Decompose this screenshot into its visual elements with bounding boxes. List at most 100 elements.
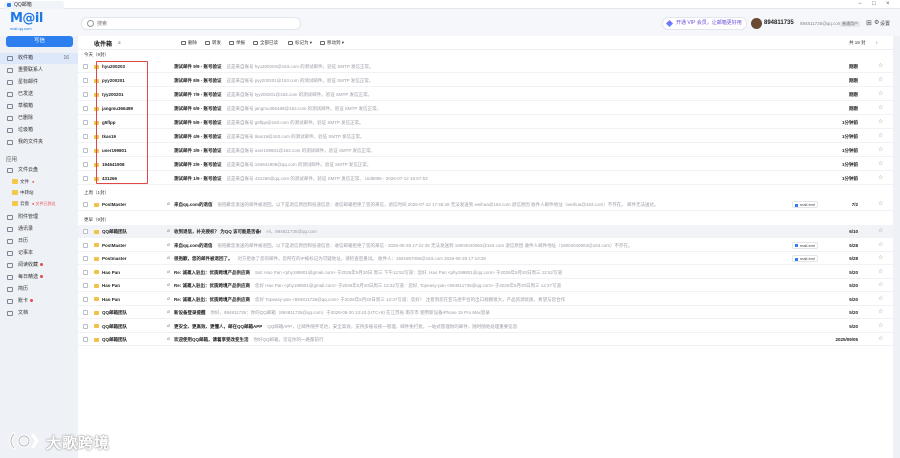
mail-row[interactable]: hyu200203 测试邮件 9/9 - 账号验证 这是来自账号 hyu200203… bbox=[78, 60, 893, 73]
qq-mail-logo[interactable]: M@il mail.qq.com bbox=[10, 12, 52, 32]
mail-row[interactable]: QQ邮箱团队 ⌀ 新设备登录提醒 你好，894811735：你的QQ邮箱（894811… bbox=[78, 306, 893, 319]
mail-row[interactable]: PostMaster ⌀ 来自qq.com的退信 很抱歉您发送的邮件被退回。以下是退信… bbox=[78, 239, 893, 252]
row-checkbox[interactable] bbox=[83, 64, 88, 69]
row-checkbox[interactable] bbox=[83, 283, 88, 288]
mail-row[interactable]: Hao Pan ⌀ Re: 诚邀入驻出：优质跨境产品供应商 Sat: Hao Pan … bbox=[78, 266, 893, 279]
search-input[interactable] bbox=[97, 19, 287, 28]
sidebar-item-important-contacts[interactable]: 重要联系人 bbox=[0, 65, 78, 76]
row-checkbox[interactable] bbox=[83, 229, 88, 234]
star-icon[interactable]: ☆ bbox=[878, 158, 883, 171]
mail-row[interactable]: jangmu366489 测试邮件 6/9 - 账号验证 这是来自账号 jangmu… bbox=[78, 102, 893, 115]
star-icon[interactable]: ☆ bbox=[878, 60, 883, 73]
gear-icon[interactable]: ⚙ bbox=[874, 19, 879, 28]
sidebar-item-notes[interactable]: 记事本 bbox=[0, 248, 78, 259]
close-icon[interactable]: × bbox=[886, 0, 890, 9]
star-icon[interactable]: ☆ bbox=[878, 333, 883, 346]
mail-row[interactable]: Hao Pan ⌀ Re: 诚邀入驻出：优质跨境产品供应商 您好 Topeasy-pa… bbox=[78, 293, 893, 306]
delete-button[interactable]: 删除 bbox=[181, 40, 197, 46]
row-checkbox[interactable] bbox=[83, 310, 88, 315]
star-icon[interactable]: ☆ bbox=[878, 225, 883, 238]
search-box[interactable] bbox=[81, 17, 301, 30]
avatar[interactable] bbox=[751, 18, 762, 29]
maximize-icon[interactable]: □ bbox=[872, 0, 876, 9]
folder-transfer[interactable]: 中转站 bbox=[0, 188, 78, 197]
row-checkbox[interactable] bbox=[83, 162, 88, 167]
row-checkbox[interactable] bbox=[83, 256, 88, 261]
sidebar-item-attachments[interactable]: 附件管理 bbox=[0, 212, 78, 223]
mail-row[interactable]: QQ邮箱团队 ⌀ 欢迎使用QQ邮箱，请着享受改变生活 你好QQ邮箱，见证你的一路都前行… bbox=[78, 333, 893, 346]
row-checkbox[interactable] bbox=[83, 120, 88, 125]
row-checkbox[interactable] bbox=[83, 148, 88, 153]
mail-row[interactable]: user199801 测试邮件 3/9 - 账号验证 这是来自账号 user1998… bbox=[78, 144, 893, 157]
star-icon[interactable]: ☆ bbox=[878, 102, 883, 115]
star-icon[interactable]: ☆ bbox=[878, 320, 883, 333]
sidebar-item-contacts[interactable]: 通讯录 bbox=[0, 224, 78, 235]
page-next-icon[interactable]: › bbox=[876, 40, 878, 46]
star-icon[interactable]: ☆ bbox=[878, 130, 883, 143]
star-icon[interactable]: ☆ bbox=[878, 88, 883, 101]
sidebar-item-sent[interactable]: 已发送 bbox=[0, 89, 78, 100]
mail-row[interactable]: Postmaster ⌀ 很抱歉，您的邮件被退回了。 对方拒收了您的邮件。您所在的IP… bbox=[78, 252, 893, 265]
row-checkbox[interactable] bbox=[83, 296, 88, 302]
sidebar-item-my-folders[interactable]: 我的文件夹 bbox=[0, 137, 78, 148]
compose-button[interactable]: 写信 bbox=[6, 36, 73, 47]
minimize-icon[interactable]: − bbox=[858, 0, 862, 9]
folder-files[interactable]: 文件 ● bbox=[0, 177, 78, 186]
star-icon[interactable]: ☆ bbox=[878, 198, 883, 211]
star-icon[interactable]: ☆ bbox=[878, 116, 883, 129]
folder-cloud[interactable]: 云盘 ● 文件已到达 bbox=[0, 199, 78, 208]
app-grid-icon[interactable]: ⊞ bbox=[866, 19, 872, 28]
row-checkbox[interactable] bbox=[83, 78, 88, 83]
sidebar-item-reading[interactable]: 阅读收藏 bbox=[0, 260, 78, 271]
sidebar-item-resume[interactable]: 简历 bbox=[0, 284, 78, 295]
mail-row[interactable]: tkas19 测试邮件 4/9 - 账号验证 这是来自账号 tkas19@163.c… bbox=[78, 130, 893, 143]
mail-row[interactable]: QQ邮箱团队 ⌀ 更安全、更高效、更懂人，邮在QQ邮箱APP QQ邮箱APP，让邮件随… bbox=[78, 320, 893, 333]
report-button[interactable]: 举报 bbox=[229, 40, 245, 46]
mail-row[interactable]: g5flpp 测试邮件 5/9 - 账号验证 这是来自账号 g5flpp@163.c… bbox=[78, 116, 893, 129]
row-checkbox[interactable] bbox=[83, 323, 88, 329]
attachment-chip[interactable]: mail.eml bbox=[792, 201, 818, 208]
star-icon[interactable]: ☆ bbox=[878, 144, 883, 157]
user-account[interactable]: 894811735 894811735@qq.com 普通用户 bbox=[751, 17, 863, 30]
star-icon[interactable]: ☆ bbox=[878, 306, 883, 319]
mark-as-dropdown[interactable]: 标记为 ▾ bbox=[288, 40, 312, 46]
star-icon[interactable]: ☆ bbox=[878, 279, 883, 292]
move-to-dropdown[interactable]: 移动到 ▾ bbox=[320, 40, 344, 46]
mail-row[interactable]: pyy200201 测试邮件 8/9 - 账号验证 这是来自账号 pyy200201… bbox=[78, 74, 893, 87]
row-checkbox[interactable] bbox=[83, 202, 88, 207]
star-icon[interactable]: ☆ bbox=[878, 239, 883, 252]
sidebar-item-calendar[interactable]: 日历 bbox=[0, 236, 78, 247]
sidebar-item-daily[interactable]: 每日精选 bbox=[0, 272, 78, 283]
star-icon[interactable]: ☆ bbox=[878, 252, 883, 265]
sidebar-item-drafts[interactable]: 草稿箱 bbox=[0, 101, 78, 112]
list-menu-icon[interactable]: ≡ bbox=[118, 40, 121, 46]
row-checkbox[interactable] bbox=[83, 269, 88, 275]
attachment-chip[interactable]: mail.eml bbox=[792, 255, 818, 262]
star-icon[interactable]: ☆ bbox=[878, 266, 883, 279]
row-checkbox[interactable] bbox=[83, 92, 88, 97]
mail-row[interactable]: Hao Pan ⌀ Re: 诚邀入驻出：优质跨境产品供应商 您好 Hao Pan <p… bbox=[78, 279, 893, 292]
settings-link[interactable]: 设置 bbox=[880, 20, 890, 27]
forward-button[interactable]: 转发 bbox=[205, 40, 221, 46]
mail-row[interactable]: QQ邮箱团队 ⌀ 收到退信，补充授权？ 为QQ 该可能是否备! Hi，89481173… bbox=[78, 225, 893, 238]
sidebar-item-docs[interactable]: 文档 bbox=[0, 308, 78, 319]
mail-row[interactable]: tyy200201 测试邮件 7/9 - 账号验证 这是来自账号 tyy200201… bbox=[78, 88, 893, 101]
star-icon[interactable]: ☆ bbox=[878, 293, 883, 306]
row-checkbox[interactable] bbox=[83, 176, 88, 181]
sidebar-item-inbox[interactable]: 收件箱 16 bbox=[0, 53, 78, 64]
sidebar-item-starred[interactable]: 星标邮件 bbox=[0, 77, 78, 88]
row-checkbox[interactable] bbox=[83, 134, 88, 139]
row-checkbox[interactable] bbox=[83, 106, 88, 111]
star-icon[interactable]: ☆ bbox=[878, 74, 883, 87]
attachment-chip[interactable]: mail.eml bbox=[792, 241, 818, 249]
sidebar-item-spam[interactable]: 垃圾箱 bbox=[0, 125, 78, 136]
star-icon[interactable]: ☆ bbox=[878, 172, 883, 185]
sidebar-item-deleted[interactable]: 已删除 bbox=[0, 113, 78, 124]
mail-row[interactable]: 431266 测试邮件 1/9 - 账号验证 这是来自账号 431266@qq.co… bbox=[78, 172, 893, 185]
mail-row[interactable]: 194641908 测试邮件 2/9 - 账号验证 这是来自账号 194641908… bbox=[78, 158, 893, 171]
browser-tab[interactable]: QQ邮箱 bbox=[4, 1, 64, 9]
sidebar-item-file-center[interactable]: 文件云盘 bbox=[0, 165, 78, 175]
mark-all-read-button[interactable]: 全部已读 bbox=[253, 40, 278, 46]
mail-row[interactable]: PostMaster ⌀ 来自qq.com的退信 很抱歉您发送的邮件被退回。以下是退信… bbox=[78, 198, 893, 211]
sidebar-item-cards[interactable]: 账卡 bbox=[0, 296, 78, 307]
